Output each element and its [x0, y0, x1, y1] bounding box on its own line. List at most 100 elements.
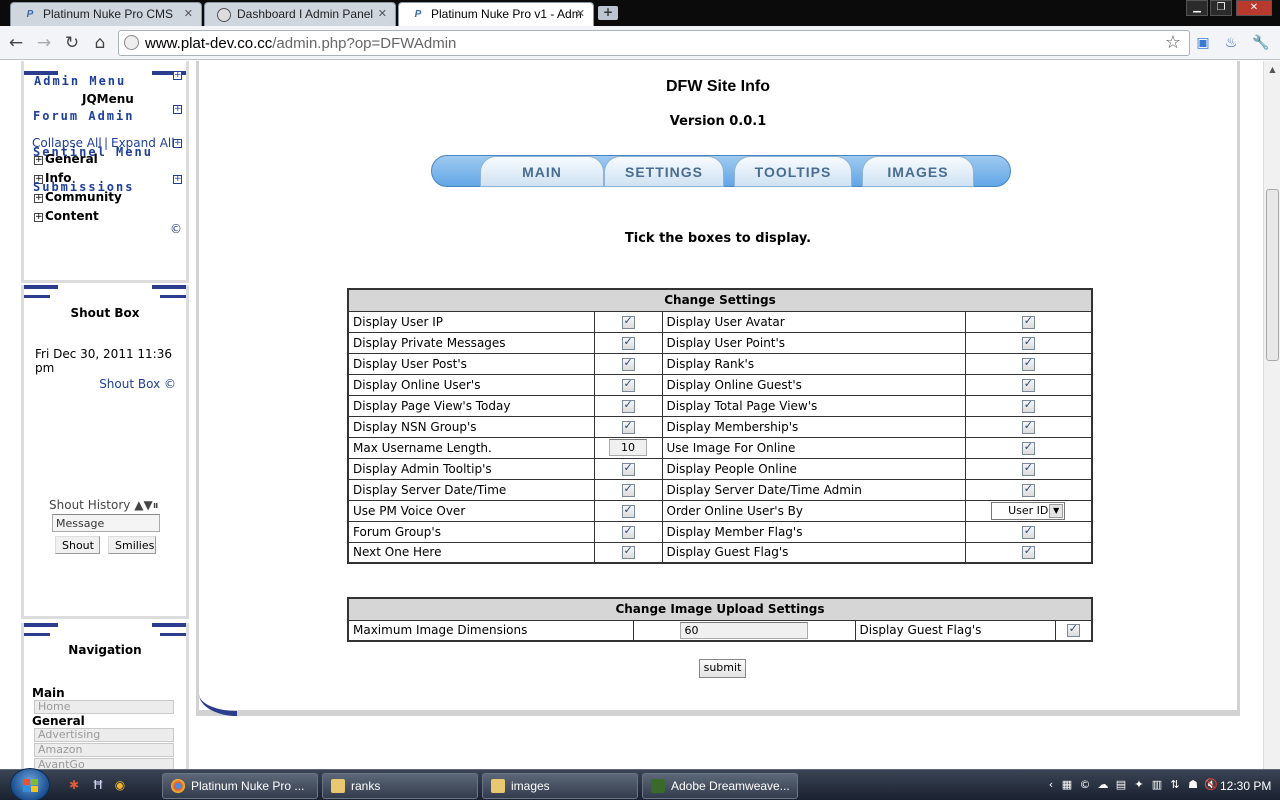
- maximize-button[interactable]: ❐: [1210, 0, 1232, 16]
- tray-app-icon[interactable]: ✦: [1132, 778, 1146, 792]
- smilies-button[interactable]: Smilies: [108, 536, 156, 554]
- settings-tab-strip: MAIN SETTINGS TOOLTIPS IMAGES: [431, 155, 1011, 187]
- bookmark-star-icon[interactable]: ☆: [1165, 32, 1181, 53]
- quick-launch-icon[interactable]: ✱: [66, 777, 82, 793]
- checkbox[interactable]: [621, 524, 635, 539]
- taskbar-item-dreamweaver[interactable]: Adobe Dreamweave...: [642, 773, 798, 799]
- tab-settings[interactable]: SETTINGS: [604, 156, 724, 187]
- expand-plus-icon[interactable]: +: [173, 175, 182, 184]
- close-icon[interactable]: ✕: [576, 7, 585, 20]
- checkbox[interactable]: [621, 377, 635, 392]
- copyright-link[interactable]: ©: [170, 222, 182, 236]
- checkbox[interactable]: [1021, 461, 1035, 476]
- shout-history-label[interactable]: Shout History ▲▼⏸: [49, 498, 159, 513]
- close-window-button[interactable]: ✕: [1236, 0, 1272, 16]
- checkbox[interactable]: [1021, 356, 1035, 371]
- tree-item-general[interactable]: + General: [34, 152, 98, 166]
- nav-link-avantgo[interactable]: AvantGo: [34, 758, 174, 769]
- flame-extension-icon[interactable]: ♨: [1222, 34, 1240, 52]
- forum-admin-label[interactable]: Forum Admin: [33, 109, 134, 123]
- nav-link-advertising[interactable]: Advertising: [34, 728, 174, 742]
- nav-link-amazon[interactable]: Amazon: [34, 743, 174, 757]
- taskbar-clock[interactable]: 12:30 PM: [1220, 779, 1271, 793]
- table-row: Display Admin Tooltip's Display People O…: [347, 457, 1093, 480]
- address-bar[interactable]: www.plat-dev.co.cc/admin.php?op=DFWAdmin…: [118, 30, 1190, 56]
- checkbox[interactable]: [1021, 335, 1035, 350]
- quick-launch-icon[interactable]: Ħ: [90, 777, 106, 793]
- max-username-length-input[interactable]: 10: [609, 439, 647, 456]
- minimize-button[interactable]: ▁: [1186, 0, 1208, 16]
- browser-tab-platinum-admin[interactable]: P Platinum Nuke Pro v1 - Adm ✕: [398, 2, 594, 27]
- expand-plus-icon[interactable]: +: [173, 139, 182, 148]
- checkbox[interactable]: [1066, 622, 1080, 638]
- tray-expand-icon[interactable]: ‹: [1044, 778, 1058, 792]
- max-image-dimensions-input[interactable]: 60: [679, 621, 808, 639]
- tree-item-content[interactable]: + Content: [34, 209, 99, 223]
- speaker-muted-icon[interactable]: 🔇: [1204, 778, 1218, 792]
- forward-arrow-icon[interactable]: →: [33, 32, 55, 54]
- tab-main[interactable]: MAIN: [480, 156, 604, 187]
- checkbox[interactable]: [1021, 377, 1035, 392]
- checkbox[interactable]: [621, 419, 635, 434]
- extension-icon[interactable]: ▣: [1194, 34, 1212, 52]
- reload-icon[interactable]: ↻: [61, 32, 83, 54]
- tray-app-icon[interactable]: ☗: [1186, 778, 1200, 792]
- tray-app-icon[interactable]: ©: [1078, 778, 1092, 792]
- page-scrollbar[interactable]: ▲: [1263, 61, 1280, 769]
- browser-tab-dashboard[interactable]: Dashboard I Admin Panel ✕: [204, 2, 396, 26]
- checkbox[interactable]: [621, 335, 635, 350]
- checkbox[interactable]: [621, 544, 635, 560]
- expand-plus-icon[interactable]: +: [173, 71, 182, 80]
- wrench-icon[interactable]: 🔧: [1252, 34, 1270, 52]
- decor-swoosh: [199, 694, 237, 716]
- jqmenu-label: JQMenu: [82, 92, 134, 106]
- checkbox[interactable]: [1021, 544, 1035, 560]
- tab-images[interactable]: IMAGES: [862, 156, 974, 187]
- scroll-up-arrow-icon[interactable]: ▲: [1267, 65, 1278, 74]
- shout-message-input[interactable]: Message: [52, 514, 160, 532]
- shout-button[interactable]: Shout: [55, 536, 100, 554]
- back-arrow-icon[interactable]: ←: [5, 32, 27, 54]
- tray-app-icon[interactable]: ☁: [1096, 778, 1110, 792]
- checkbox[interactable]: [621, 461, 635, 476]
- nav-link-home[interactable]: Home: [34, 700, 174, 714]
- checkbox[interactable]: [1021, 419, 1035, 434]
- close-icon[interactable]: ✕: [184, 7, 193, 20]
- start-button[interactable]: [10, 768, 50, 800]
- browser-tab-bar: P Platinum Nuke Pro CMS ✕ Dashboard I Ad…: [0, 0, 1280, 27]
- close-icon[interactable]: ✕: [378, 7, 387, 20]
- checkbox[interactable]: [621, 314, 635, 329]
- checkbox[interactable]: [1021, 482, 1035, 497]
- new-tab-button[interactable]: +: [598, 6, 618, 20]
- setting-label: Display Private Messages: [347, 331, 595, 354]
- scrollbar-thumb[interactable]: [1266, 189, 1279, 361]
- checkbox[interactable]: [621, 503, 635, 518]
- checkbox[interactable]: [621, 356, 635, 371]
- admin-menu-label[interactable]: Admin Menu: [34, 74, 126, 88]
- checkbox[interactable]: [1021, 524, 1035, 539]
- tray-app-icon[interactable]: ▦: [1060, 778, 1074, 792]
- checkbox[interactable]: [1021, 314, 1035, 329]
- taskbar-item-ranks[interactable]: ranks: [322, 773, 478, 799]
- browser-tab-platinum-cms[interactable]: P Platinum Nuke Pro CMS ✕: [10, 2, 202, 26]
- tray-app-icon[interactable]: ▥: [1150, 778, 1164, 792]
- checkbox[interactable]: [621, 482, 635, 497]
- sort-arrows-icon[interactable]: ▲▼⏸: [134, 498, 158, 512]
- checkbox[interactable]: [1021, 440, 1035, 455]
- submit-button[interactable]: submit: [699, 659, 746, 678]
- expand-plus-icon[interactable]: +: [173, 105, 182, 114]
- tray-app-icon[interactable]: ▤: [1114, 778, 1128, 792]
- setting-label: Use Image For Online: [661, 436, 966, 459]
- tab-tooltips[interactable]: TOOLTIPS: [734, 156, 852, 187]
- order-users-select[interactable]: User ID ▼: [991, 501, 1066, 520]
- taskbar-item-chrome[interactable]: Platinum Nuke Pro ...: [162, 773, 318, 799]
- shoutbox-link[interactable]: Shout Box ©: [99, 377, 176, 391]
- taskbar-item-images[interactable]: images: [482, 773, 638, 799]
- tray-app-icon[interactable]: ⇅: [1168, 778, 1182, 792]
- chevron-down-icon[interactable]: ▼: [1049, 503, 1064, 518]
- home-icon[interactable]: ⌂: [89, 32, 111, 54]
- checkbox[interactable]: [1021, 398, 1035, 413]
- chrome-icon[interactable]: ◉: [112, 777, 128, 793]
- checkbox[interactable]: [621, 398, 635, 413]
- tree-item-community[interactable]: + Community: [34, 190, 122, 204]
